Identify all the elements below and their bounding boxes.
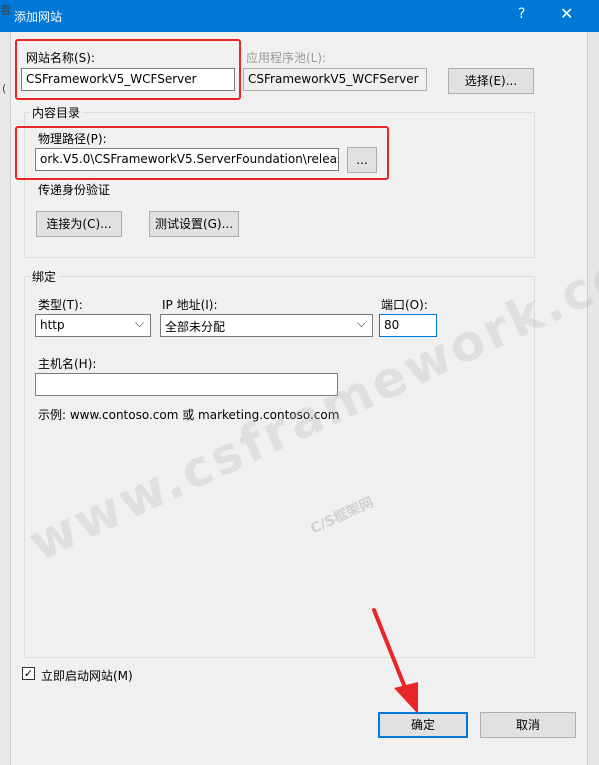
hostname-input[interactable] <box>35 373 338 396</box>
close-icon[interactable]: ✕ <box>560 4 573 23</box>
highlight-physical-path <box>15 126 389 180</box>
hostname-label: 主机名(H): <box>38 357 97 371</box>
app-pool-field: CSFrameworkV5_WCFServer <box>243 68 427 91</box>
hostname-example: 示例: www.contoso.com 或 marketing.contoso.… <box>38 408 340 422</box>
content-directory-title: 内容目录 <box>30 104 83 121</box>
type-select-value: http <box>40 318 65 332</box>
cancel-button[interactable]: 取消 <box>480 712 576 738</box>
connect-as-button[interactable]: 连接为(C)... <box>36 211 122 237</box>
background-window-strip: 看 ( <box>0 4 11 765</box>
chevron-down-icon: ⌵ <box>134 316 144 330</box>
port-label: 端口(O): <box>381 298 428 312</box>
start-immediately-checkbox[interactable]: ✓ <box>22 667 35 680</box>
ip-address-select-value: 全部未分配 <box>165 320 226 334</box>
ip-address-select[interactable]: 全部未分配 ⌵ <box>160 314 373 337</box>
dialog-right-edge <box>588 32 599 765</box>
port-input[interactable]: 80 <box>379 314 437 337</box>
pass-through-auth-label: 传递身份验证 <box>38 183 111 197</box>
title-bar: 添加网站 ? ✕ <box>0 0 599 32</box>
background-text-fragment: ( <box>2 82 7 95</box>
test-settings-button[interactable]: 测试设置(G)... <box>149 211 239 237</box>
arrow-annotation-icon <box>372 608 418 714</box>
start-immediately-label: 立即启动网站(M) <box>41 669 133 683</box>
highlight-site-name <box>15 39 241 100</box>
type-select[interactable]: http ⌵ <box>35 314 151 337</box>
help-icon[interactable]: ? <box>518 6 525 22</box>
type-label: 类型(T): <box>38 298 83 312</box>
binding-title: 绑定 <box>30 268 59 285</box>
chevron-down-icon: ⌵ <box>356 316 366 330</box>
app-pool-label: 应用程序池(L): <box>246 51 327 65</box>
ip-address-label: IP 地址(I): <box>162 298 218 312</box>
window-title: 添加网站 <box>14 10 63 24</box>
select-app-pool-button[interactable]: 选择(E)... <box>448 68 534 94</box>
background-text-fragment: 看 <box>0 4 11 17</box>
